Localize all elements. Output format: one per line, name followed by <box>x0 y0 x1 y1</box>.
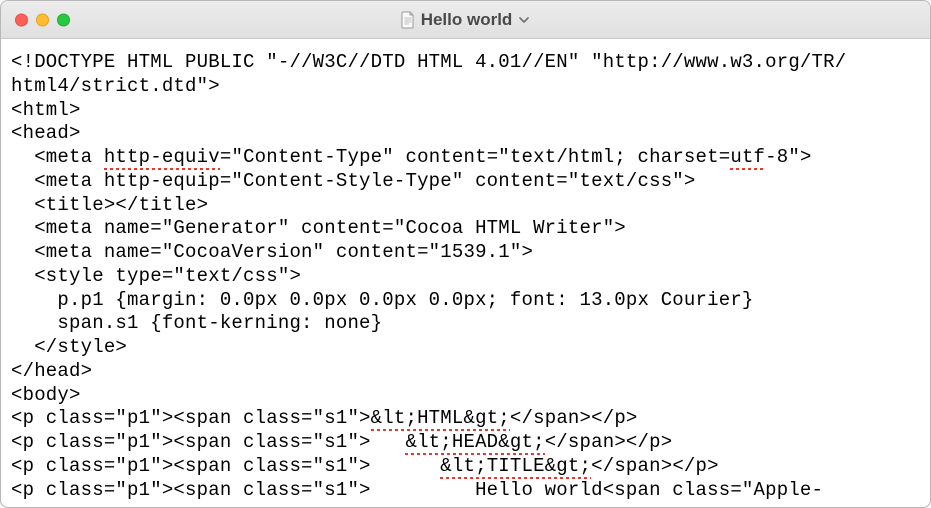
code-line[interactable]: <html> <box>11 99 920 123</box>
code-text: -8"> <box>765 146 811 168</box>
code-text: <style type="text/css"> <box>11 265 301 287</box>
code-text: <!DOCTYPE HTML PUBLIC "-//W3C//DTD HTML … <box>11 51 846 73</box>
code-text: <title></title> <box>11 194 208 216</box>
code-text: </span></p> <box>591 455 719 477</box>
titlebar[interactable]: Hello world <box>1 1 930 39</box>
code-line[interactable]: <p class="p1"><span class="s1">&lt;HTML&… <box>11 407 920 431</box>
code-line[interactable]: html4/strict.dtd"> <box>11 75 920 99</box>
zoom-button[interactable] <box>57 13 70 26</box>
code-line[interactable]: <meta http-equiv="Content-Type" content=… <box>11 146 920 170</box>
code-text: <meta <box>11 146 104 168</box>
code-text: </span></p> <box>510 407 638 429</box>
code-line[interactable]: </style> <box>11 336 920 360</box>
document-icon <box>401 11 415 29</box>
code-line[interactable]: <p class="p1"><span class="s1"> Hello wo… <box>11 479 920 503</box>
code-text: <p class="p1"><span class="s1"> <box>11 431 405 453</box>
code-text: span.s1 {font-kerning: none} <box>11 312 382 334</box>
code-line[interactable]: </head> <box>11 360 920 384</box>
code-line[interactable]: <body> <box>11 384 920 408</box>
minimize-button[interactable] <box>36 13 49 26</box>
code-text: <meta http-equip="Content-Style-Type" co… <box>11 170 696 192</box>
code-line[interactable]: <p class="p1"><span class="s1"> &lt;TITL… <box>11 455 920 479</box>
code-line[interactable]: p.p1 {margin: 0.0px 0.0px 0.0px 0.0px; f… <box>11 289 920 313</box>
code-text: <meta name="Generator" content="Cocoa HT… <box>11 217 626 239</box>
code-text: <p class="p1"><span class="s1"> <box>11 407 371 429</box>
code-text: html4/strict.dtd"> <box>11 75 220 97</box>
code-text: </head> <box>11 360 92 382</box>
spellcheck-underline: utf <box>730 146 765 170</box>
code-line[interactable]: span.s1 {font-kerning: none} <box>11 312 920 336</box>
code-line[interactable]: <head> <box>11 122 920 146</box>
spellcheck-underline: &lt;TITLE&gt; <box>440 455 591 479</box>
code-line[interactable]: <title></title> <box>11 194 920 218</box>
close-button[interactable] <box>15 13 28 26</box>
code-line[interactable]: <meta name="Generator" content="Cocoa HT… <box>11 217 920 241</box>
code-text: <p class="p1"><span class="s1"> <box>11 455 440 477</box>
code-area[interactable]: <!DOCTYPE HTML PUBLIC "-//W3C//DTD HTML … <box>1 39 930 507</box>
window-title: Hello world <box>421 10 513 30</box>
code-text: <html> <box>11 99 81 121</box>
code-line[interactable]: <meta name="CocoaVersion" content="1539.… <box>11 241 920 265</box>
code-text: <meta name="CocoaVersion" content="1539.… <box>11 241 533 263</box>
code-line[interactable]: <style type="text/css"> <box>11 265 920 289</box>
code-text: </span></p> <box>545 431 673 453</box>
title-wrap[interactable]: Hello world <box>401 10 531 30</box>
code-text: <body> <box>11 384 81 406</box>
code-text: <p class="p1"><span class="s1"> Hello wo… <box>11 479 823 501</box>
spellcheck-underline: &lt;HTML&gt; <box>371 407 510 431</box>
chevron-down-icon[interactable] <box>518 14 530 26</box>
code-text: </style> <box>11 336 127 358</box>
spellcheck-underline: &lt;HEAD&gt; <box>405 431 544 455</box>
editor-window: Hello world <!DOCTYPE HTML PUBLIC "-//W3… <box>0 0 931 508</box>
spellcheck-underline: http-equiv <box>104 146 220 170</box>
code-text: <head> <box>11 122 81 144</box>
code-line[interactable]: <!DOCTYPE HTML PUBLIC "-//W3C//DTD HTML … <box>11 51 920 75</box>
code-line[interactable]: <p class="p1"><span class="s1"> &lt;HEAD… <box>11 431 920 455</box>
code-text: p.p1 {margin: 0.0px 0.0px 0.0px 0.0px; f… <box>11 289 754 311</box>
traffic-lights <box>15 13 70 26</box>
code-line[interactable]: <meta http-equip="Content-Style-Type" co… <box>11 170 920 194</box>
code-text: ="Content-Type" content="text/html; char… <box>220 146 730 168</box>
